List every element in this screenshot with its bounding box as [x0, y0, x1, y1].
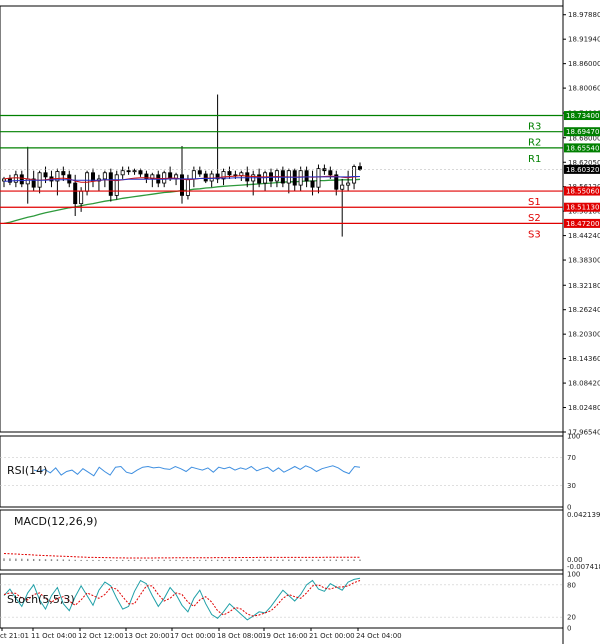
candle-body: [357, 166, 362, 170]
candle-body: [322, 168, 327, 172]
candle-body: [43, 172, 48, 178]
stoch-tick-label: 0: [567, 625, 571, 633]
price-tick-label: 18.80060: [568, 85, 600, 93]
forex-chart[interactable]: 18.9788018.9194018.8600018.8006018.74000…: [0, 0, 600, 644]
candle-body: [138, 170, 143, 175]
rsi-tick-label: 30: [567, 482, 576, 490]
stoch-panel[interactable]: 100 80 20 0 Stoch(5,5,3): [0, 571, 580, 633]
price-frame: [0, 5, 564, 433]
candle-body: [19, 174, 24, 185]
candle-body: [292, 170, 297, 186]
macd-title: MACD(12,26,9): [14, 515, 98, 528]
candle-body: [102, 172, 107, 180]
stoch-tick-label: 80: [567, 581, 576, 589]
level-name-s2: S2: [528, 213, 541, 224]
price-tick-label: 18.44240: [568, 232, 600, 240]
candle-body: [340, 184, 345, 190]
price-tick-label: 18.97880: [568, 11, 600, 19]
candle-body: [209, 173, 214, 182]
time-tick-label: 12 Oct 12:00: [78, 632, 124, 640]
price-tick-label: 18.38300: [568, 257, 600, 265]
candle-body: [316, 168, 321, 188]
candle-body: [114, 174, 119, 196]
candle-body: [310, 180, 315, 188]
candle-body: [227, 171, 232, 176]
macd-signal-line: [3, 553, 360, 559]
price-tick-label: 18.32180: [568, 282, 600, 290]
time-tick-label: 11 Oct 04:00: [31, 632, 77, 640]
rsi-title: RSI(14): [7, 464, 47, 477]
level-name-s3: S3: [528, 229, 541, 240]
level-price-label: 18.51130: [566, 204, 599, 212]
candle-body: [328, 170, 333, 176]
price-tick-label: 18.86000: [568, 60, 600, 68]
candle-body: [79, 190, 84, 205]
candle-body: [203, 173, 208, 182]
time-tick-label: 13 Oct 20:00: [124, 632, 170, 640]
time-tick-label: 17 Oct 00:00: [170, 632, 216, 640]
level-name-s1: S1: [528, 197, 541, 208]
candle-body: [274, 170, 279, 182]
candle-body: [304, 170, 309, 182]
level-name-r3: R3: [528, 122, 541, 133]
candle-body: [352, 166, 357, 184]
stoch-frame: [0, 573, 564, 629]
level-name-r1: R1: [528, 154, 541, 165]
level-name-r2: R2: [528, 138, 541, 149]
candle-body: [132, 170, 137, 173]
candle-body: [191, 170, 196, 180]
stoch-tick-label: 20: [567, 614, 576, 622]
rsi-line: [33, 465, 361, 477]
time-axis: ct 21:01 11 Oct 04:00 12 Oct 12:00 13 Oct 2…: [0, 628, 402, 640]
price-tick-label: 18.20300: [568, 331, 600, 339]
time-tick-label: ct 21:01: [0, 632, 29, 640]
time-tick-label: 19 Oct 16:00: [262, 632, 308, 640]
price-tick-label: 18.08420: [568, 380, 600, 388]
level-price-label: 18.73400: [566, 112, 599, 120]
time-tick-label: 21 Oct 00:00: [309, 632, 355, 640]
rsi-tick-label: 100: [567, 433, 580, 441]
price-tick-label: 18.14360: [568, 355, 600, 363]
candle-body: [197, 170, 202, 175]
current-price-label: 18.60320: [566, 166, 599, 174]
price-tick-label: 18.26240: [568, 306, 600, 314]
price-panel[interactable]: 18.9788018.9194018.8600018.8006018.74000…: [0, 0, 600, 644]
candle-body: [185, 178, 190, 196]
level-price-label: 18.55060: [566, 188, 599, 196]
candle-body: [61, 171, 66, 176]
macd-panel[interactable]: 0.0421390.00-0.007418MACD(12,26,9): [0, 509, 600, 571]
candle-body: [108, 172, 113, 196]
candle-body: [126, 170, 131, 173]
price-tick-label: 18.91940: [568, 36, 600, 44]
candle-body: [120, 170, 125, 176]
level-price-label: 18.47200: [566, 220, 599, 228]
rsi-panel[interactable]: 10070300RSI(14): [0, 433, 580, 512]
candle-body: [73, 182, 78, 205]
candle-body: [245, 172, 250, 182]
time-tick-label: 24 Oct 04:00: [356, 632, 402, 640]
rsi-tick-label: 70: [567, 454, 576, 462]
candle-body: [257, 174, 262, 184]
stoch-title: Stoch(5,5,3): [7, 593, 75, 606]
macd-top-label: 0.042139: [567, 511, 600, 519]
price-tick-label: 18.02480: [568, 404, 600, 412]
rsi-frame: [0, 435, 564, 508]
level-price-label: 18.65540: [566, 144, 599, 152]
candle-body: [25, 178, 30, 185]
candle-body: [346, 182, 351, 186]
level-price-label: 18.69470: [566, 128, 599, 136]
candle-body: [179, 174, 184, 196]
time-tick-label: 18 Oct 08:00: [217, 632, 263, 640]
candle-body: [162, 172, 167, 184]
stoch-tick-label: 100: [567, 571, 580, 579]
candle-body: [298, 170, 303, 186]
